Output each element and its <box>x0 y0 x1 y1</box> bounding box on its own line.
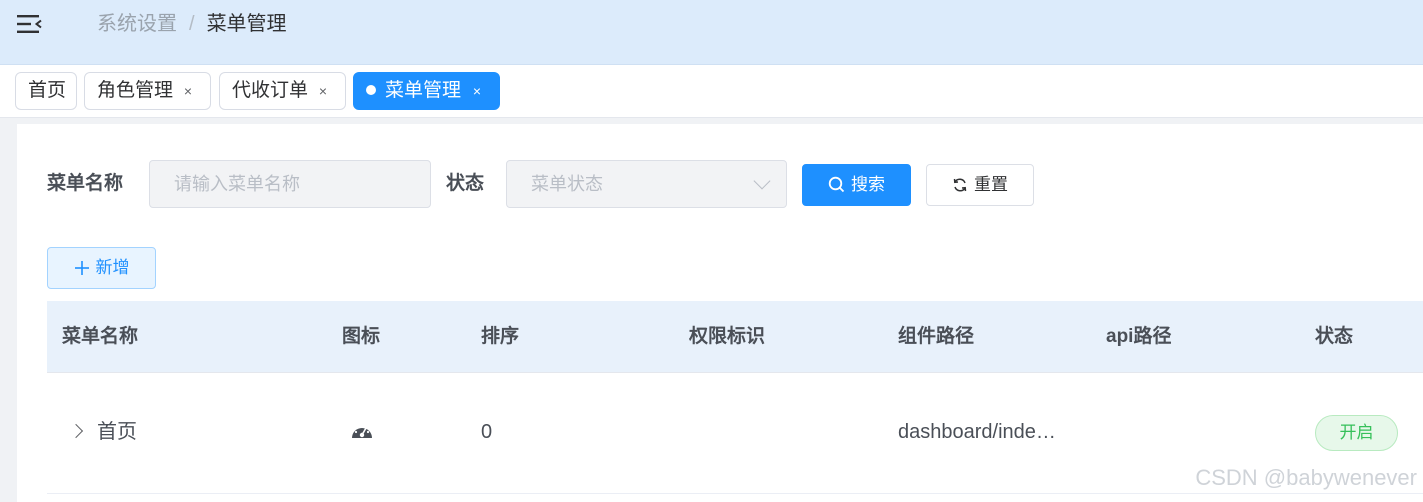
column-menu-name: 菜单名称 <box>62 326 139 347</box>
menu-name-label: 菜单名称 <box>47 173 124 194</box>
column-status: 状态 <box>1315 326 1354 347</box>
column-api-path: api路径 <box>1106 326 1172 347</box>
table-header: 菜单名称 图标 排序 权限标识 组件路径 api路径 状态 <box>47 301 1423 373</box>
reset-button-label: 重置 <box>974 175 1008 194</box>
cell-component-path: dashboard/inde… <box>898 421 1056 443</box>
tag-collection-orders[interactable]: 代收订单 × <box>219 72 346 110</box>
status-select[interactable]: 菜单状态 <box>506 160 787 208</box>
top-navbar: 系统设置 / 菜单管理 <box>0 0 1423 65</box>
plus-icon <box>74 261 89 275</box>
breadcrumb-item-system-settings[interactable]: 系统设置 <box>97 13 177 35</box>
close-icon[interactable]: × <box>319 73 327 109</box>
close-icon[interactable]: × <box>473 73 481 109</box>
add-button-label: 新增 <box>95 258 130 277</box>
tag-label: 菜单管理 <box>385 80 462 101</box>
chevron-down-icon <box>753 172 771 190</box>
tag-label: 代收订单 <box>232 80 309 101</box>
search-icon <box>828 176 845 193</box>
tag-label: 首页 <box>28 80 67 101</box>
breadcrumb-separator: / <box>189 13 195 35</box>
search-button-label: 搜索 <box>851 175 885 194</box>
reset-button[interactable]: 重置 <box>926 164 1034 206</box>
column-icon: 图标 <box>342 326 381 347</box>
status-label: 状态 <box>446 173 485 194</box>
menu-name-placeholder: 请输入菜单名称 <box>174 174 300 194</box>
close-icon[interactable]: × <box>184 73 192 109</box>
breadcrumb-item-menu-management: 菜单管理 <box>206 13 287 35</box>
tag-home[interactable]: 首页 <box>15 72 77 110</box>
active-dot-icon <box>366 85 376 95</box>
tags-view: 首页 角色管理 × 代收订单 × 菜单管理 × <box>0 66 1423 118</box>
status-badge: 开启 <box>1315 415 1398 451</box>
column-permission: 权限标识 <box>689 326 766 347</box>
cell-menu-name: 首页 <box>97 421 137 443</box>
tag-menu-management[interactable]: 菜单管理 × <box>353 72 500 110</box>
watermark: CSDN @babywenever <box>1195 465 1417 490</box>
column-order: 排序 <box>481 326 520 347</box>
chevron-right-icon[interactable] <box>68 423 84 439</box>
menu-fold-icon[interactable] <box>17 13 43 35</box>
breadcrumb: 系统设置 / 菜单管理 <box>97 12 287 36</box>
cell-order: 0 <box>481 421 493 443</box>
column-component-path: 组件路径 <box>898 326 975 347</box>
tag-label: 角色管理 <box>97 80 174 101</box>
status-placeholder: 菜单状态 <box>531 174 603 194</box>
dashboard-icon <box>352 424 372 438</box>
menu-name-input[interactable]: 请输入菜单名称 <box>149 160 431 208</box>
refresh-icon <box>953 178 967 192</box>
tag-role-management[interactable]: 角色管理 × <box>84 72 211 110</box>
add-button[interactable]: 新增 <box>47 247 156 289</box>
search-button[interactable]: 搜索 <box>802 164 911 206</box>
